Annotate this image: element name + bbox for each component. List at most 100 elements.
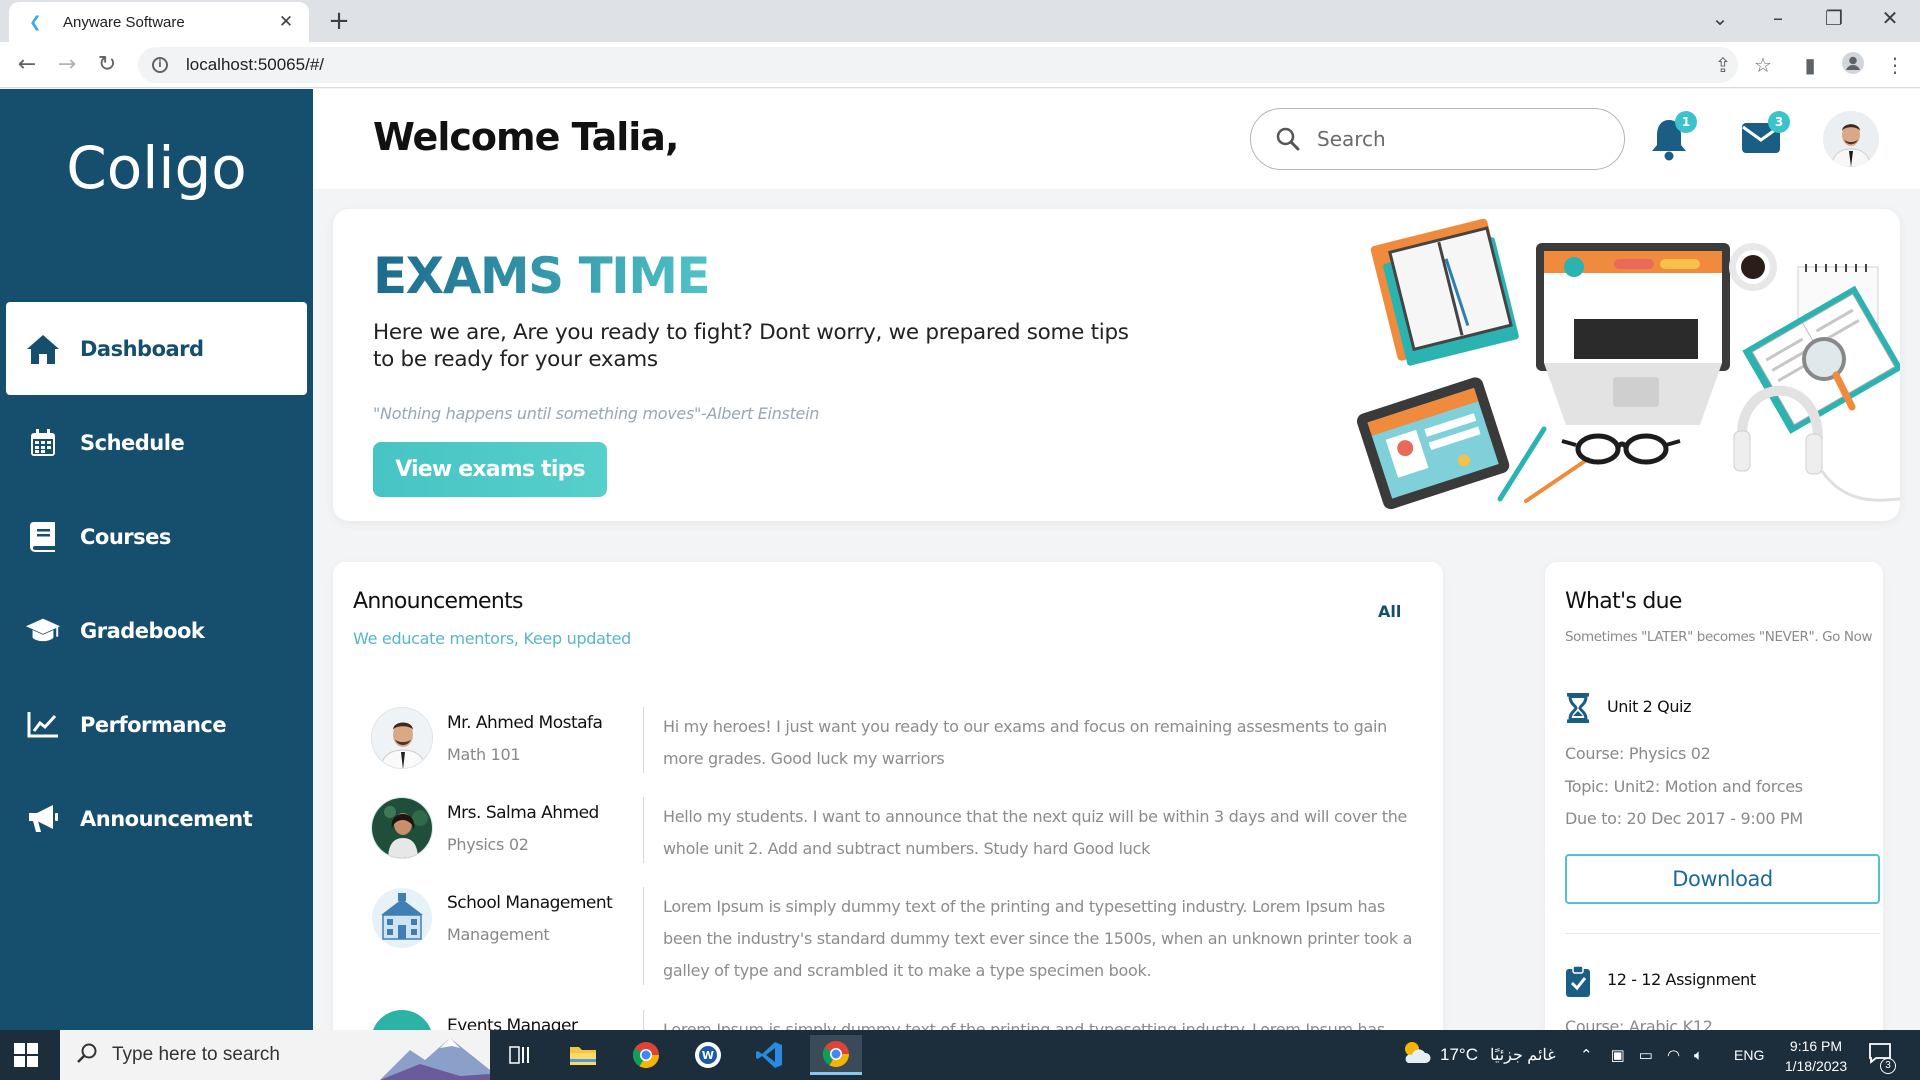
megaphone-icon [25, 801, 61, 837]
messages-button[interactable]: 3 [1740, 111, 1790, 163]
whats-due-subtitle: Sometimes "LATER" becomes "NEVER". Go No… [1565, 629, 1873, 645]
meet-now-icon[interactable]: ▣ [1611, 1046, 1625, 1064]
volume-icon[interactable]: 🔈︎ [1694, 1047, 1703, 1064]
hourglass-icon [1565, 692, 1593, 723]
bookmark-star-icon[interactable]: ☆ [1750, 52, 1776, 78]
reload-icon[interactable]: ↻ [92, 50, 122, 80]
home-icon [25, 331, 61, 367]
system-tray-icons[interactable]: ⌃ ▣ ▭ ◠ 🔈︎ [1580, 1030, 1703, 1080]
announcement-divider [643, 797, 644, 863]
envelope-icon [1740, 123, 1782, 161]
whats-due-title: What's due [1565, 589, 1682, 614]
app-globe-icon[interactable]: W [688, 1035, 728, 1075]
tab-search-chevron-icon[interactable]: ⌄ [1700, 6, 1740, 30]
browser-tab[interactable]: ❮ Anyware Software ✕ [9, 2, 309, 42]
flutter-favicon-icon: ❮ [29, 13, 42, 31]
due-item-title: Unit 2 Quiz [1607, 697, 1692, 716]
url-text: localhost:50065/#/ [186, 55, 324, 74]
sidebar-item-label: Gradebook [80, 618, 205, 643]
chart-line-icon [25, 707, 61, 743]
browser-toolbar: ← → ↻ i localhost:50065/#/ ⇪ ☆ ▮ ⋮ [0, 42, 1920, 88]
search-input[interactable] [1317, 127, 1597, 151]
due-item-topic: Topic: Unit2: Motion and forces [1565, 777, 1803, 796]
chrome-icon[interactable] [626, 1035, 666, 1075]
sidebar-item-label: Announcement [80, 806, 253, 831]
side-panel-icon[interactable]: ▮ [1797, 52, 1823, 78]
windows-start-icon[interactable] [14, 1043, 38, 1067]
view-exams-tips-button[interactable]: View exams tips [373, 442, 607, 497]
announcement-role: Math 101 [447, 745, 521, 764]
taskbar-search-placeholder: Type here to search [112, 1044, 280, 1065]
address-bar[interactable]: i localhost:50065/#/ [138, 47, 1738, 83]
battery-icon[interactable]: ▭ [1639, 1046, 1653, 1064]
close-window-button[interactable]: ✕ [1870, 6, 1910, 30]
due-item-date: Due to: 20 Dec 2017 - 9:00 PM [1565, 809, 1803, 828]
sidebar-item-gradebook[interactable]: Gradebook [6, 584, 307, 677]
vscode-icon[interactable] [749, 1035, 789, 1075]
tab-close-icon[interactable]: ✕ [275, 12, 297, 32]
sidebar-item-label: Dashboard [80, 336, 204, 361]
sidebar-item-label: Schedule [80, 430, 185, 455]
announcement-message: Hello my students. I want to announce th… [663, 807, 1408, 858]
notifications-button[interactable]: 1 [1649, 111, 1697, 163]
chevron-up-icon[interactable]: ⌃ [1580, 1046, 1593, 1064]
whats-due-card: What's due Sometimes "LATER" becomes "NE… [1545, 562, 1883, 1040]
clipboard-check-icon [1565, 965, 1593, 997]
weather-temp: 17°C [1440, 1045, 1478, 1064]
due-divider [1565, 933, 1880, 934]
svg-text:W: W [702, 1049, 714, 1062]
announcement-divider [643, 887, 644, 985]
language-indicator[interactable]: ENG [1734, 1030, 1764, 1080]
top-header: Welcome Talia, 1 3 [313, 89, 1920, 189]
windows-taskbar: Type here to search W 17°C غائم جزئيًا ⌃… [0, 1030, 1920, 1080]
download-button[interactable]: Download [1565, 854, 1880, 904]
search-icon [1275, 126, 1301, 152]
clock-date: 1/18/2023 [1784, 1058, 1848, 1074]
file-explorer-icon[interactable] [563, 1035, 603, 1075]
due-item-course: Course: Physics 02 [1565, 744, 1711, 763]
site-info-icon[interactable]: i [152, 57, 168, 73]
announcements-subtitle: We educate mentors, Keep updated [353, 629, 632, 648]
weather-text: غائم جزئيًا [1489, 1047, 1556, 1064]
exams-text: Here we are, Are you ready to fight? Don… [373, 320, 1129, 372]
action-center-button[interactable]: 3 [1868, 1030, 1896, 1080]
new-tab-button[interactable]: + [324, 6, 354, 36]
announcement-author: Mr. Ahmed Mostafa [447, 713, 603, 733]
taskbar-search-box[interactable]: Type here to search [60, 1030, 490, 1080]
sidebar-item-courses[interactable]: Courses [6, 490, 307, 583]
announcement-divider [643, 707, 644, 773]
share-icon[interactable]: ⇪ [1710, 52, 1736, 78]
due-item-title: 12 - 12 Assignment [1607, 970, 1756, 989]
sidebar-item-schedule[interactable]: Schedule [6, 396, 307, 489]
app-logo: Coligo [66, 134, 247, 202]
user-avatar[interactable] [1823, 111, 1879, 167]
announcement-role: Physics 02 [447, 835, 529, 854]
browser-tab-bar: ❮ Anyware Software ✕ + ⌄ – ❐ ✕ [0, 0, 1920, 42]
weather-widget[interactable]: 17°C غائم جزئيًا [1400, 1030, 1556, 1080]
mountain-wallpaper-icon [380, 1030, 490, 1080]
task-view-icon[interactable] [500, 1035, 540, 1075]
sidebar-item-announcement[interactable]: Announcement [6, 772, 307, 865]
welcome-title: Welcome Talia, [373, 115, 679, 159]
sidebar-item-dashboard[interactable]: Dashboard [6, 302, 307, 395]
notification-count-badge: 1 [1675, 111, 1697, 133]
restore-button[interactable]: ❐ [1814, 6, 1854, 30]
announcements-title: Announcements [353, 589, 524, 614]
forward-arrow-icon[interactable]: → [52, 50, 82, 80]
sidebar-item-performance[interactable]: Performance [6, 678, 307, 771]
chrome-active-icon[interactable] [810, 1035, 862, 1075]
announcements-all-link[interactable]: All [1378, 602, 1401, 621]
announcements-card: Announcements We educate mentors, Keep u… [333, 562, 1443, 1040]
clock[interactable]: 9:16 PM 1/18/2023 [1766, 1036, 1866, 1076]
wifi-icon[interactable]: ◠ [1667, 1046, 1680, 1064]
study-desk-illustration [1348, 209, 1900, 521]
announcement-author: School Management [447, 893, 613, 913]
profile-icon[interactable] [1840, 52, 1866, 78]
announcement-message: Lorem Ipsum is simply dummy text of the … [663, 897, 1413, 980]
teacher-avatar [371, 707, 433, 769]
browser-menu-icon[interactable]: ⋮ [1882, 52, 1908, 78]
minimize-button[interactable]: – [1758, 6, 1798, 30]
back-arrow-icon[interactable]: ← [12, 50, 42, 80]
clock-time: 9:16 PM [1789, 1038, 1843, 1054]
search-box[interactable] [1250, 108, 1625, 170]
